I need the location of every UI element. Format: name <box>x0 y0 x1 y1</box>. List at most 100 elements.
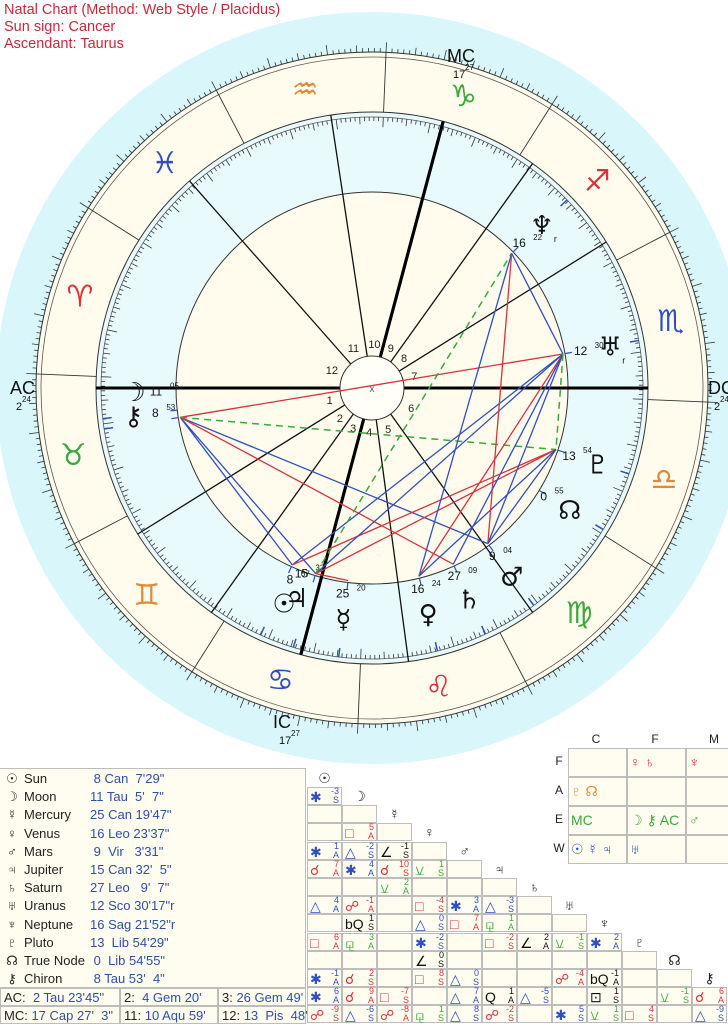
house-number: 11 <box>348 343 359 355</box>
element-cell: ♅︎ <box>627 835 686 864</box>
house-cusp-cell: 3: 26 Gem 49' <box>218 988 306 1006</box>
aspect-orb: 6A <box>333 987 339 1005</box>
aspect-orb: -6S <box>366 1005 374 1023</box>
house-number: 10 <box>368 339 380 351</box>
house-value: 26 Gem 49' <box>233 990 303 1005</box>
aspect-orb: -2S <box>366 842 374 860</box>
aspect-grid-cell <box>622 987 657 1005</box>
aspect-symbol-icon: ✱ <box>590 935 602 951</box>
venus-minutes: 24 <box>432 579 441 588</box>
aspect-orb: -8A <box>401 1005 409 1023</box>
aspect-grid-cell: △4A <box>307 896 342 914</box>
house-cusp-cell: 11: 10 Aqu 59' <box>120 1006 218 1024</box>
aspect-grid-cell <box>517 969 552 987</box>
aspect-symbol-icon: ☌ <box>345 989 354 1005</box>
planet-positions-table: ☉︎Sun 8 Can 7'29"☽︎Moon11 Tau 5' 7"☿︎Mer… <box>0 768 306 988</box>
aspect-grid-header-icon: ♂︎ <box>447 842 482 860</box>
sign-glyph-aries: ♈︎ <box>67 280 94 315</box>
aspect-orb: 2A <box>613 933 619 951</box>
sign-glyph-virgo: ♍︎ <box>566 596 593 631</box>
house-cusps-table: AC: 2 Tau 23'45"2: 4 Gem 20'3: 26 Gem 49… <box>0 988 306 1024</box>
aspect-orb: -5S <box>541 987 549 1005</box>
mars-icon: ♂︎ <box>4 843 20 861</box>
aspect-grid-cell <box>552 914 587 932</box>
aspect-orb: 8S <box>473 1005 479 1023</box>
pluto-icon: ♇︎ <box>4 934 20 952</box>
aspect-grid-cell <box>517 914 552 932</box>
element-header: W <box>552 835 566 861</box>
aspect-grid-cell <box>447 951 482 969</box>
aspect-symbol-icon: □ <box>450 916 458 932</box>
aspect-symbol-icon: ✱ <box>555 1007 567 1023</box>
aspect-symbol-icon: △ <box>450 971 461 987</box>
aspect-orb: 1S <box>613 1005 619 1023</box>
aspect-orb: 0S <box>473 969 479 987</box>
planet-name: Mars <box>24 843 53 861</box>
jupiter-degree: 15 <box>295 566 309 580</box>
mars-degree: 9 <box>489 549 496 563</box>
aspect-grid-cell: ⚺-1S <box>657 987 692 1005</box>
pluto-degree: 13 <box>562 449 576 463</box>
aspect-grid-cell <box>342 805 377 823</box>
planet-position: 12 Sco 30'17"r <box>90 897 174 915</box>
aspect-grid-cell: bQ1S <box>342 914 377 932</box>
aspect-symbol-icon: bQ <box>345 916 364 932</box>
aspect-grid-cell <box>657 969 692 987</box>
chart-title: Natal Chart (Method: Web Style / Placidu… <box>4 2 280 19</box>
house-value: 17 Cap 27' 3" <box>28 1008 113 1023</box>
saturn-glyph-icon: ♄︎ <box>457 586 480 616</box>
aspect-symbol-icon: ✱ <box>310 844 322 860</box>
planet-position: 16 Sag 21'52"r <box>90 916 175 934</box>
aspect-grid-cell <box>587 951 622 969</box>
aspect-grid-header-icon: ☊︎ <box>657 951 692 969</box>
aspect-grid-cell: ☌6A <box>692 987 727 1005</box>
aspect-grid-cell: ☌7A <box>307 860 342 878</box>
aspect-orb: -3S <box>331 787 339 805</box>
modality-header: M <box>686 732 728 746</box>
element-cell <box>686 835 728 864</box>
house-label: MC: <box>4 1008 28 1023</box>
element-cell: ♇︎ ☊︎ <box>568 777 627 806</box>
aspect-grid-cell: □-4S <box>412 896 447 914</box>
aspect-grid-cell <box>517 896 552 914</box>
aspect-symbol-icon: ✱ <box>345 862 357 878</box>
aspect-symbol-icon: ⚼ <box>485 916 495 932</box>
aspect-grid-cell: ✱ 2A <box>587 933 622 951</box>
aspect-grid-cell: ☍-9S <box>307 1005 342 1023</box>
aspect-orb: 3A <box>368 933 374 951</box>
chiron-icon: ⚷︎ <box>4 970 20 988</box>
aspect-grid-cell <box>377 969 412 987</box>
node-glyph-icon: ☊︎ <box>558 496 581 526</box>
house-number: 4 <box>366 427 372 439</box>
aspect-grid-cell <box>552 987 587 1005</box>
aspect-symbol-icon: ⚺ <box>380 880 389 896</box>
aspect-grid-cell: ⚺ 1S <box>587 1005 622 1023</box>
element-cell <box>627 777 686 806</box>
house-label: AC: <box>4 990 26 1005</box>
aspect-symbol-icon: ☌ <box>310 862 319 878</box>
aspect-grid-cell: ✱5S <box>552 1005 587 1023</box>
sign-glyph-capricorn: ♑︎ <box>450 79 477 114</box>
aspect-symbol-icon: ☍ <box>485 1007 499 1023</box>
aspect-symbol-icon: ⚺ <box>590 1007 599 1023</box>
saturn-icon: ♄︎ <box>4 879 20 897</box>
aspect-symbol-icon: ✱ <box>310 989 322 1005</box>
ic-degree: 17 <box>279 735 291 747</box>
aspect-grid-cell: ✱-1A <box>307 969 342 987</box>
aspect-grid-cell: △7A <box>447 987 482 1005</box>
aspect-grid-cell <box>482 951 517 969</box>
house-number: 12 <box>326 365 338 377</box>
aspect-grid-cell: □-7S <box>377 987 412 1005</box>
aspect-orb: 2A <box>543 933 549 951</box>
aspect-grid-cell: □7A <box>447 914 482 932</box>
sign-glyph-pisces: ♓︎ <box>151 146 178 181</box>
aspect-symbol-icon: ☍ <box>555 971 569 987</box>
aspect-orb: -9S <box>716 1005 724 1023</box>
planet-position: 9 Vir 3'31" <box>90 843 163 861</box>
aspect-symbol-icon: Q <box>485 989 496 1005</box>
aspect-grid-cell: bQ-1A <box>587 969 622 987</box>
aspect-grid-cell <box>342 951 377 969</box>
element-modality-table: CFMF♀︎ ♄︎♆︎A♇︎ ☊︎EMC︎☽︎ ⚷︎ AC︎♂︎W☉︎ ☿︎ ♃… <box>568 748 728 868</box>
planet-position: 8 Can 7'29" <box>90 770 164 788</box>
mercury-glyph-icon: ☿︎ <box>335 605 351 635</box>
